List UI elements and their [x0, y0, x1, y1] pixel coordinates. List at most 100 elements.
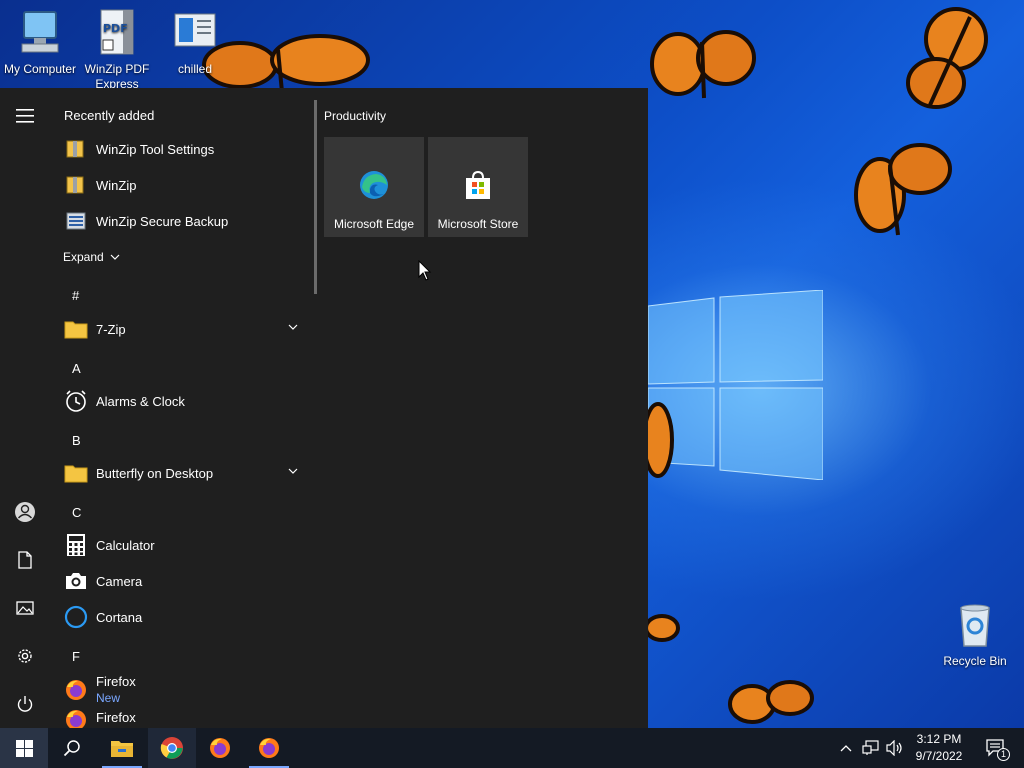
taskbar-firefox[interactable] — [196, 728, 244, 768]
recently-added-heading: Recently added — [64, 108, 155, 123]
computer-icon — [21, 11, 59, 53]
group-letter-a[interactable]: A — [72, 361, 81, 376]
expand-label: Expand — [63, 250, 104, 264]
app-label: Firefox — [96, 710, 136, 725]
app-label: WinZip Tool Settings — [96, 141, 215, 157]
windows-logo-icon — [15, 739, 33, 757]
mouse-cursor-icon — [418, 260, 432, 281]
app-item-cortana[interactable]: Cortana — [50, 599, 312, 635]
pictures-icon — [16, 601, 34, 615]
file-explorer-icon — [111, 741, 133, 757]
app-label: Alarms & Clock — [96, 393, 185, 409]
desktop-icon-winzip-pdf-express[interactable]: PDF WinZip PDF Express — [76, 8, 158, 92]
pictures-button[interactable] — [0, 588, 50, 628]
winzip-icon — [66, 140, 84, 158]
search-icon — [63, 740, 80, 757]
taskbar-clock[interactable]: 3:12 PM 9/7/2022 — [908, 731, 970, 765]
group-letter-hash[interactable]: # — [72, 288, 79, 303]
group-letter-f[interactable]: F — [72, 649, 80, 664]
app-label: Butterfly on Desktop — [96, 465, 214, 481]
edge-icon — [360, 171, 388, 199]
camera-icon — [66, 573, 86, 589]
desktop-icon-chilled[interactable]: chilled — [154, 8, 236, 77]
app-item-butterfly-on-desktop[interactable]: Butterfly on Desktop — [50, 455, 312, 491]
app-list-scrollbar[interactable] — [314, 100, 317, 294]
butterfly-image — [650, 30, 756, 99]
desktop-icon-recycle-bin[interactable]: Recycle Bin — [934, 600, 1016, 669]
firefox-icon — [259, 738, 279, 758]
butterfly-image — [648, 402, 674, 478]
desktop-icon-label: chilled — [177, 62, 213, 76]
butterfly-image — [906, 7, 988, 109]
start-menu: Recently added WinZip Tool Settings WinZ… — [0, 88, 648, 728]
calculator-icon — [67, 534, 85, 556]
app-label: 7-Zip — [96, 321, 126, 337]
volume-button[interactable] — [884, 728, 906, 768]
taskbar-chrome[interactable] — [148, 728, 196, 768]
app-label: WinZip — [96, 177, 137, 193]
butterfly-image — [728, 680, 814, 724]
tile-microsoft-edge[interactable]: Microsoft Edge — [324, 137, 424, 237]
expand-button[interactable]: Expand — [50, 239, 312, 275]
app-list: Recently added WinZip Tool Settings WinZ… — [50, 88, 312, 728]
chevron-down-icon — [288, 468, 298, 474]
start-button[interactable] — [0, 728, 48, 768]
search-button[interactable] — [48, 728, 96, 768]
power-button[interactable] — [0, 684, 50, 724]
chrome-icon — [160, 737, 183, 759]
tile-microsoft-store[interactable]: Microsoft Store — [428, 137, 528, 237]
app-item-firefox[interactable]: Firefox — [50, 706, 312, 728]
volume-icon — [886, 740, 902, 756]
documents-button[interactable] — [0, 540, 50, 580]
documents-icon — [18, 551, 32, 569]
new-badge: New — [96, 691, 121, 705]
action-center-button[interactable]: 1 — [978, 728, 1014, 768]
group-letter-c[interactable]: C — [72, 505, 81, 520]
network-button[interactable] — [860, 728, 882, 768]
tile-group-title[interactable]: Productivity — [324, 109, 386, 123]
butterfly-image — [854, 143, 952, 236]
winzip-icon — [66, 176, 84, 194]
app-item-firefox-new[interactable]: Firefox New — [50, 671, 312, 709]
app-item-winzip-tool-settings[interactable]: WinZip Tool Settings — [50, 131, 312, 167]
taskbar-file-explorer[interactable] — [98, 728, 146, 768]
show-hidden-icons-button[interactable] — [836, 728, 856, 768]
app-label: Camera — [96, 573, 143, 589]
winzip-secure-backup-icon — [66, 212, 86, 230]
svg-text:PDF: PDF — [103, 22, 128, 35]
butterfly-image — [648, 614, 680, 642]
chevron-down-icon — [288, 324, 298, 330]
hamburger-button[interactable] — [0, 96, 50, 136]
app-item-calculator[interactable]: Calculator — [50, 527, 312, 563]
app-item-winzip[interactable]: WinZip — [50, 167, 312, 203]
firefox-icon — [66, 710, 86, 728]
app-label: Calculator — [96, 537, 155, 553]
power-icon — [17, 696, 33, 712]
user-account-button[interactable] — [0, 492, 50, 532]
taskbar: 3:12 PM 9/7/2022 1 — [0, 728, 1024, 768]
app-item-alarms-clock[interactable]: Alarms & Clock — [50, 383, 312, 419]
start-menu-rail — [0, 88, 50, 728]
settings-button[interactable] — [0, 636, 50, 676]
recycle-bin-icon — [960, 604, 990, 647]
firefox-icon — [210, 738, 230, 758]
tile-label: Microsoft Store — [437, 217, 519, 231]
folder-icon — [64, 321, 88, 339]
app-item-winzip-secure-backup[interactable]: WinZip Secure Backup — [50, 203, 312, 239]
desktop-icon-label: My Computer — [3, 62, 77, 76]
cortana-icon — [64, 605, 88, 629]
app-item-7-zip[interactable]: 7-Zip — [50, 311, 312, 347]
desktop-icon-my-computer[interactable]: My Computer — [0, 8, 80, 77]
app-item-camera[interactable]: Camera — [50, 563, 312, 599]
chevron-down-icon — [110, 254, 120, 260]
alarm-clock-icon — [66, 390, 86, 412]
chevron-up-icon — [840, 745, 852, 752]
tile-label: Microsoft Edge — [333, 217, 415, 231]
app-label: Cortana — [96, 609, 143, 625]
folder-icon — [64, 465, 88, 483]
taskbar-firefox-active[interactable] — [245, 728, 293, 768]
winzip-pdf-icon: PDF — [100, 9, 134, 55]
store-icon — [466, 170, 490, 199]
group-letter-b[interactable]: B — [72, 433, 81, 448]
network-icon — [862, 740, 879, 755]
